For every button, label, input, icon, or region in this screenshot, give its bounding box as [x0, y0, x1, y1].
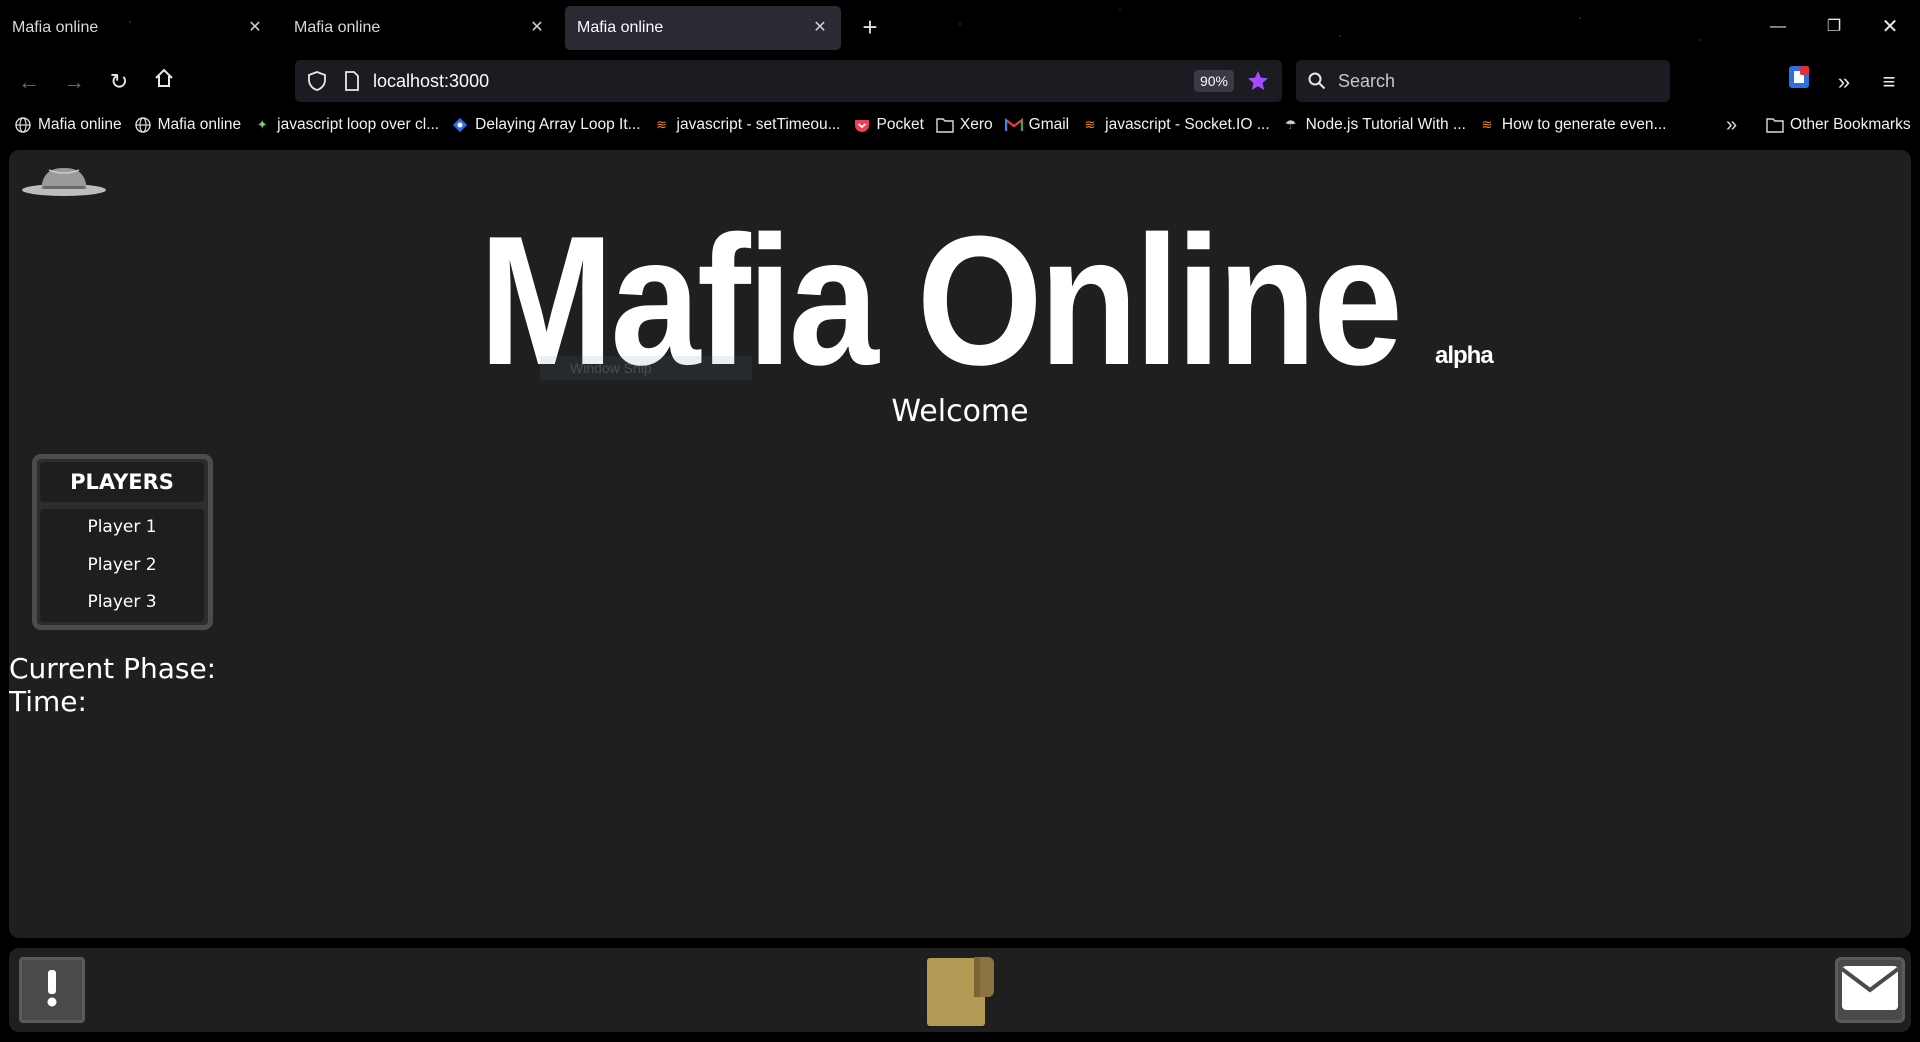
players-header: PLAYERS: [40, 462, 204, 502]
bookmark-item[interactable]: ☂ Node.js Tutorial With ...: [1276, 107, 1472, 143]
stackoverflow-icon: ≋: [1481, 117, 1493, 132]
bookmark-star-icon[interactable]: [1244, 67, 1272, 95]
bookmark-item[interactable]: ≋ How to generate even...: [1472, 107, 1673, 143]
bookmark-label: Xero: [959, 116, 993, 133]
mail-button[interactable]: [1835, 957, 1905, 1023]
tab-1[interactable]: Mafia online ✕: [0, 6, 276, 50]
search-placeholder: Search: [1338, 70, 1396, 91]
close-tab-icon[interactable]: ✕: [811, 19, 829, 37]
folder-icon: [936, 116, 954, 134]
tab-title: Mafia online: [294, 19, 381, 36]
title-block: Mafia Online alpha: [9, 208, 1911, 392]
bookmark-item[interactable]: ✦ javascript loop over cl...: [247, 107, 445, 143]
bookmark-label: Mafia online: [38, 116, 122, 133]
bookmark-label: Delaying Array Loop It...: [475, 116, 641, 133]
tab-title: Mafia online: [577, 19, 664, 36]
minimize-icon[interactable]: —: [1758, 12, 1798, 42]
bookmark-label: javascript - Socket.IO ...: [1105, 116, 1270, 133]
player-item[interactable]: Player 2: [40, 547, 204, 585]
hamburger-menu-icon[interactable]: ≡: [1872, 65, 1906, 99]
bookmark-label: Pocket: [876, 116, 924, 133]
book-icon: [927, 957, 994, 1026]
bottom-action-bar: [9, 948, 1911, 1032]
bookmark-label: Mafia online: [157, 116, 242, 133]
close-tab-icon[interactable]: ✕: [528, 19, 546, 37]
tab-2[interactable]: Mafia online ✕: [282, 6, 558, 50]
fedora-hat-logo: [19, 156, 109, 204]
globe-icon: [14, 116, 32, 134]
tab-3-active[interactable]: Mafia online ✕: [565, 6, 841, 50]
blue-diamond-icon: [451, 116, 469, 134]
player-item[interactable]: Player 3: [40, 584, 204, 622]
search-bar[interactable]: Search: [1296, 60, 1670, 102]
shield-icon[interactable]: [305, 69, 329, 93]
sparkle-icon: ✦: [256, 117, 268, 132]
bookmarks-overflow-icon[interactable]: »: [1726, 107, 1737, 143]
bookmark-item[interactable]: Mafia online: [8, 107, 128, 143]
envelope-icon: [1840, 965, 1900, 1015]
welcome-text: Welcome: [891, 394, 1029, 429]
bookmark-item[interactable]: Gmail: [999, 107, 1075, 143]
nav-toolbar: ← → ↻ localhost:3000 90% Search » ≡: [0, 55, 1920, 107]
home-icon[interactable]: [147, 65, 181, 99]
role-book-button[interactable]: [926, 957, 996, 1027]
url-bar[interactable]: localhost:3000 90%: [295, 60, 1282, 102]
player-item[interactable]: Player 1: [40, 509, 204, 547]
time-label: Time:: [9, 685, 87, 718]
gmail-icon: [1004, 116, 1023, 134]
players-panel: PLAYERS Player 1 Player 2 Player 3: [32, 454, 213, 630]
reload-icon[interactable]: ↻: [102, 65, 136, 99]
bookmark-item[interactable]: ≋ javascript - setTimeou...: [647, 107, 847, 143]
bookmark-item[interactable]: Mafia online: [128, 107, 248, 143]
bookmark-label: How to generate even...: [1501, 116, 1667, 133]
bookmark-label: javascript - setTimeou...: [676, 116, 841, 133]
alpha-badge: alpha: [1435, 342, 1494, 369]
bookmarks-bar: Mafia online Mafia online ✦ javascript l…: [0, 107, 1920, 143]
pocket-icon: [853, 116, 871, 134]
bookmark-label: Node.js Tutorial With ...: [1305, 116, 1466, 133]
tab-strip: Mafia online ✕ Mafia online ✕ Mafia onli…: [0, 0, 1920, 55]
bookmark-label: javascript loop over cl...: [277, 116, 440, 133]
alert-button[interactable]: [19, 957, 85, 1023]
current-phase-label: Current Phase:: [9, 652, 217, 685]
close-tab-icon[interactable]: ✕: [246, 19, 264, 37]
stackoverflow-icon: ≋: [656, 117, 667, 132]
globe-icon: [134, 116, 152, 134]
bookmark-label: Gmail: [1028, 116, 1070, 133]
game-main-area: Mafia Online alpha Window Snip Welcome P…: [9, 150, 1911, 938]
window-snip-overlay: Window Snip: [540, 356, 752, 380]
new-tab-plus-icon[interactable]: +: [856, 14, 884, 42]
exclamation-icon: [45, 968, 59, 1013]
folder-icon: [1766, 116, 1784, 134]
overflow-chevrons-icon[interactable]: »: [1827, 65, 1861, 99]
other-bookmarks[interactable]: Other Bookmarks: [1766, 107, 1911, 143]
back-arrow-icon[interactable]: ←: [12, 65, 46, 99]
bookmark-item[interactable]: Xero: [930, 107, 999, 143]
forward-arrow-icon[interactable]: →: [57, 65, 91, 99]
tab-title: Mafia online: [12, 19, 99, 36]
window-close-icon[interactable]: ✕: [1870, 12, 1910, 42]
page-icon[interactable]: [341, 69, 363, 93]
bookmark-item[interactable]: ≋ javascript - Socket.IO ...: [1075, 107, 1276, 143]
other-bookmarks-label: Other Bookmarks: [1790, 116, 1911, 133]
url-text[interactable]: localhost:3000: [373, 71, 1194, 92]
restore-icon[interactable]: ❐: [1814, 12, 1854, 42]
site-icon: ☂: [1284, 117, 1297, 132]
players-list: Player 1 Player 2 Player 3: [40, 509, 204, 622]
stackoverflow-icon: ≋: [1084, 117, 1096, 132]
bookmark-item[interactable]: Pocket: [847, 107, 930, 143]
bookmark-item[interactable]: Delaying Array Loop It...: [445, 107, 646, 143]
extension-shield-icon[interactable]: [1782, 65, 1816, 99]
search-icon: [1306, 70, 1328, 92]
zoom-level-badge[interactable]: 90%: [1193, 70, 1234, 92]
